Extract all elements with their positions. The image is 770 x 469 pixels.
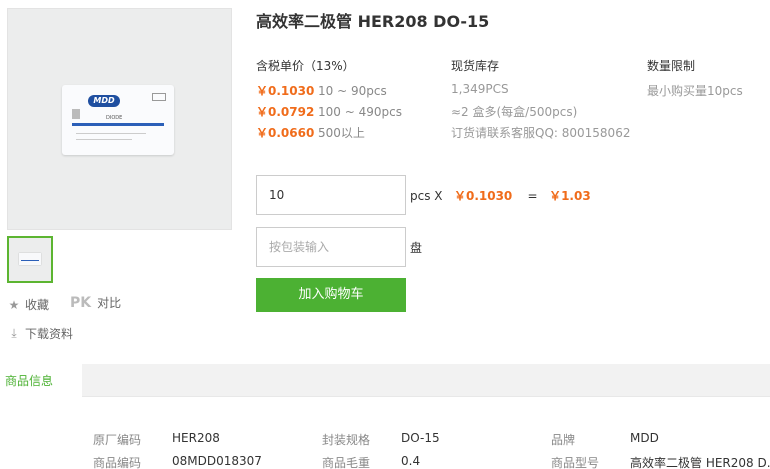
stock-boxes: ≈2 盒多(每盒/500pcs) (451, 105, 578, 119)
add-to-cart-button[interactable]: 加入购物车 (256, 278, 406, 312)
favorite-label: 收藏 (25, 298, 50, 312)
pcs-x-label: pcs X (410, 189, 443, 203)
star-icon: ★ (8, 297, 20, 312)
spec-value: 高效率二极管 HER208 D... (630, 456, 770, 469)
tier-range: 500以上 (318, 126, 365, 140)
spec-key: 商品毛重 (322, 456, 371, 469)
tier-price: ￥0.0792 (256, 105, 315, 119)
brand-logo: MDD (88, 95, 120, 107)
download-label: 下载资料 (25, 327, 74, 341)
price-tier: ￥0.0792 100 ~ 490pcs (256, 103, 402, 120)
compare-label: 对比 (97, 296, 122, 310)
info-tabbar: 商品信息 (0, 364, 770, 398)
spec-value: MDD (630, 431, 659, 445)
spec-value: DO-15 (401, 431, 440, 445)
spec-value: HER208 (172, 431, 220, 445)
stock-header: 现货库存 (451, 59, 500, 73)
pack-input[interactable]: 按包装输入 (256, 227, 406, 267)
total-price: ￥1.03 (549, 189, 591, 203)
tab-product-info[interactable]: 商品信息 (0, 364, 82, 398)
bag-barcode (72, 109, 80, 119)
product-title: 高效率二极管 HER208 DO-15 (256, 12, 490, 31)
bag-tag (152, 93, 166, 101)
quantity-input[interactable]: 10 (256, 175, 406, 215)
spec-key: 封装规格 (322, 433, 371, 447)
bag-label: DIODE (106, 115, 123, 121)
price-tier: ￥0.1030 10 ~ 90pcs (256, 82, 387, 99)
spec-key: 商品型号 (551, 456, 600, 469)
tier-range: 10 ~ 90pcs (318, 84, 387, 98)
tier-range: 100 ~ 490pcs (318, 105, 402, 119)
price-header: 含税单价（13%） (256, 59, 355, 73)
spec-key: 原厂编码 (93, 433, 142, 447)
download-icon: ⤓ (11, 326, 17, 340)
stock-quantity: 1,349PCS (451, 82, 509, 96)
min-quantity: 最小购买量10pcs (647, 84, 743, 98)
pack-unit-label: 盘 (410, 241, 423, 255)
tier-price: ￥0.0660 (256, 126, 315, 140)
favorite-button[interactable]: ★ 收藏 (7, 296, 49, 313)
bag-band (72, 123, 164, 126)
stock-contact: 订货请联系客服QQ: 800158062 (451, 126, 631, 140)
price-tier: ￥0.0660 500以上 (256, 124, 365, 141)
tier-price: ￥0.1030 (256, 84, 315, 98)
spec-value: 08MDD018307 (172, 454, 262, 468)
product-main-image[interactable]: MDD DIODE (7, 8, 232, 230)
bag-line (76, 139, 132, 140)
pk-icon: PK (70, 294, 92, 311)
spec-value: 0.4 (401, 454, 421, 468)
bag-line (76, 133, 146, 134)
product-thumbnail[interactable] (7, 236, 53, 283)
price-calculation: pcs X ￥0.1030 = ￥1.03 (410, 187, 591, 204)
equals-sign: = (527, 189, 538, 203)
limit-header: 数量限制 (647, 59, 696, 73)
unit-price: ￥0.1030 (453, 189, 513, 203)
spec-key: 品牌 (551, 433, 576, 447)
product-bag-illustration: MDD DIODE (62, 85, 174, 155)
thumbnail-bag (19, 253, 41, 265)
compare-button[interactable]: PK 对比 (70, 294, 121, 311)
download-button[interactable]: ⤓ 下载资料 (7, 325, 73, 342)
spec-key: 商品编码 (93, 456, 142, 469)
